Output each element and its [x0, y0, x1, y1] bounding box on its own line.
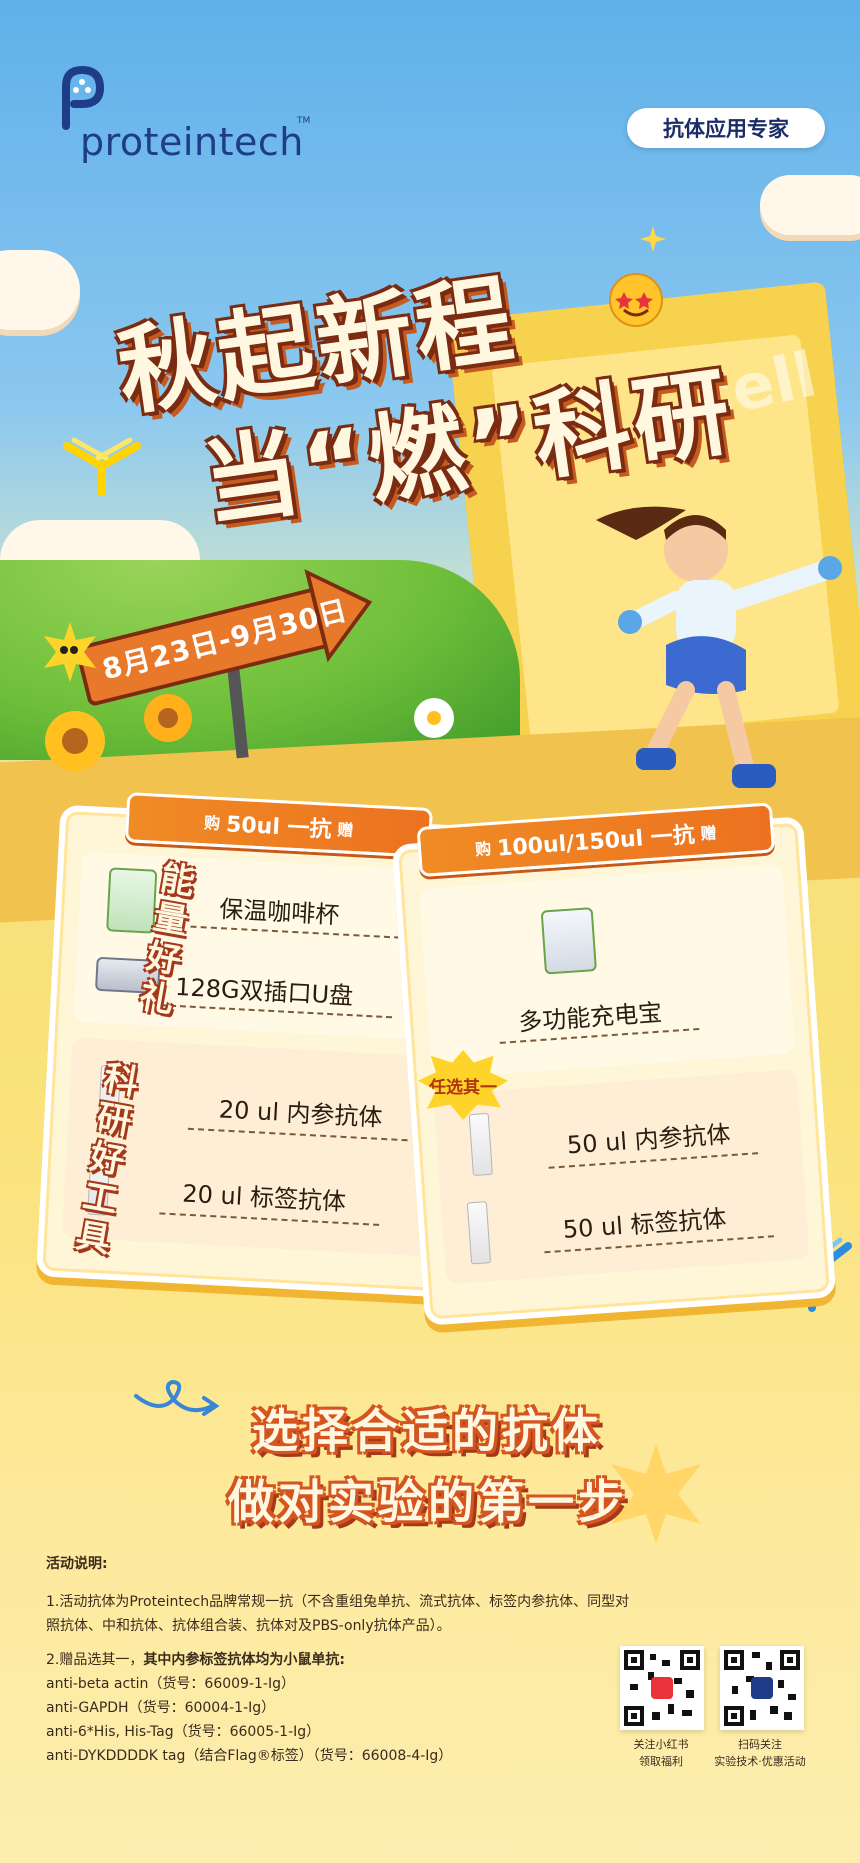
tagline-badge: 抗体应用专家: [627, 108, 825, 148]
brand-name: proteintech: [80, 120, 304, 164]
cloud-left: [0, 250, 80, 330]
tab-prefix: 购: [203, 813, 221, 834]
antibody-yellow-icon: [63, 437, 141, 496]
tab-main: 100ul/150ul 一抗: [496, 822, 696, 862]
notes-item-2-prefix: 2.赠品选其一，: [46, 1652, 144, 1668]
antibody-line: anti-beta actin（货号：66009-1-Ig）: [46, 1676, 295, 1692]
tab-suffix: 赠: [699, 823, 718, 844]
notes-item-1: 1.活动抗体为Proteintech品牌常规一抗（不含重组兔单抗、流式抗体、标签…: [46, 1594, 630, 1634]
sparkle-icon: [640, 226, 666, 252]
gift-section: 多功能充电宝: [418, 863, 796, 1079]
brand-tm: TM: [297, 116, 311, 126]
gift-item: 保温咖啡杯: [218, 895, 340, 930]
daisy-icon: [414, 698, 454, 738]
sunflower-icon: [45, 711, 105, 771]
tool-item: 20 ul 内参抗体: [218, 1095, 384, 1132]
antibody-vial-image: [468, 1112, 493, 1177]
tab-main: 50ul 一抗: [225, 812, 333, 843]
gift-item: 128G双插口U盘: [174, 972, 354, 1011]
tab-suffix: 赠: [336, 820, 354, 840]
wechat-qr-code[interactable]: [720, 1646, 804, 1730]
notes-item-2: 2.赠品选其一，其中内参标签抗体均为小鼠单抗:: [46, 1648, 636, 1672]
slogan-line2: 做对实验的第一步: [228, 1475, 628, 1529]
tool-item: 50 ul 标签抗体: [561, 1204, 728, 1244]
coffee-cup-image: [106, 867, 158, 934]
power-bank-image: [540, 907, 597, 975]
proteintech-wechat-logo-icon: [751, 1677, 773, 1699]
antibody-line: anti-DYKDDDDK tag（结合Flag®标签）（货号：66008-4-…: [46, 1748, 453, 1764]
xiaohongshu-qr-code[interactable]: [620, 1646, 704, 1730]
brand-logo: proteintech TM: [60, 65, 320, 166]
xiaohongshu-logo-icon: [651, 1677, 673, 1699]
tab-prefix: 购: [474, 839, 492, 860]
antibody-line: anti-GAPDH（货号：60004-1-Ig）: [46, 1700, 276, 1716]
notes-title: 活动说明:: [46, 1556, 108, 1572]
notes-item-2-bold: 其中内参标签抗体均为小鼠单抗:: [143, 1652, 345, 1668]
tool-item: 20 ul 标签抗体: [181, 1179, 347, 1217]
star-eyes-emoji-icon: [609, 273, 663, 327]
slogan-line1: 选择合适的抗体: [252, 1404, 602, 1458]
antibody-vial-image: [466, 1201, 492, 1265]
cloud-right: [760, 175, 860, 235]
running-girl-illustration: [596, 506, 842, 788]
antibody-line: anti-6*His, His-Tag（货号：66005-1-Ig）: [46, 1724, 321, 1740]
qr-caption-wechat: 扫码关注 实验技术·优惠活动: [714, 1738, 806, 1768]
sun-character-icon: [44, 622, 96, 682]
event-notes: 活动说明: 1.活动抗体为Proteintech品牌常规一抗（不含重组兔单抗、流…: [46, 1552, 636, 1768]
curly-arrow-icon: [134, 1379, 220, 1416]
gift-item: 多功能充电宝: [517, 998, 664, 1037]
poster: proteintech TM 抗体应用专家 cell 秋起新程 当“燃”科研 8…: [0, 0, 860, 1863]
dashed-underline: [159, 1212, 380, 1226]
tool-item: 50 ul 内参抗体: [566, 1120, 732, 1160]
